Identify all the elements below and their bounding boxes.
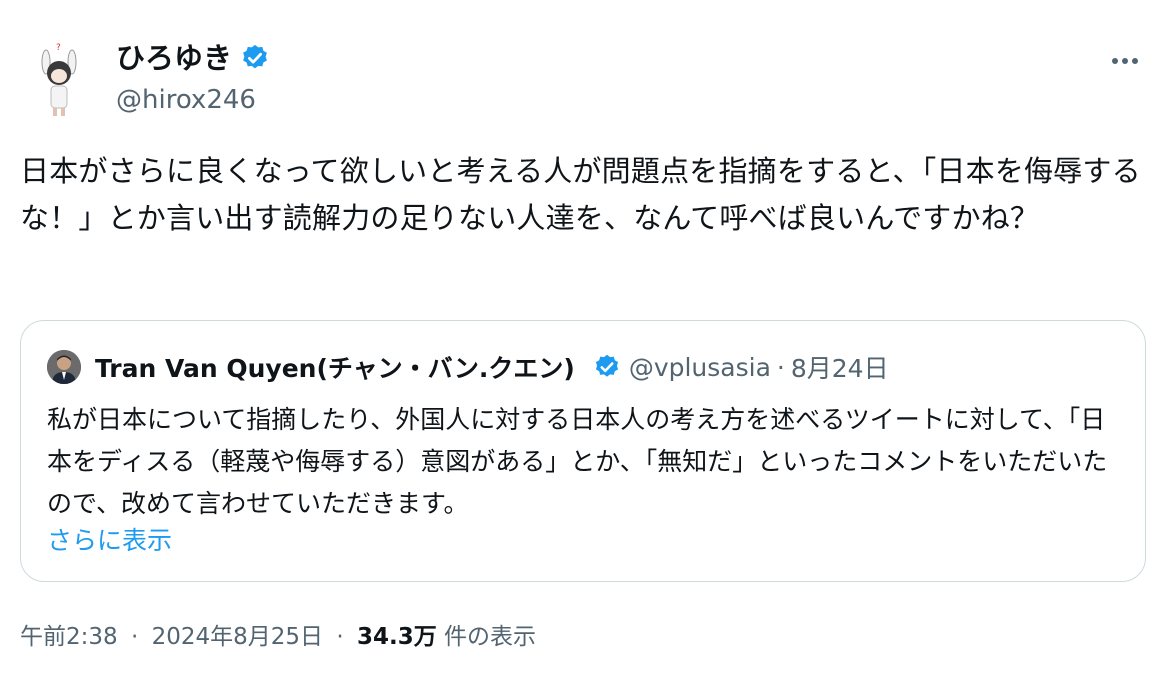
footer-separator-2: · (336, 624, 344, 650)
avatar-illustration: ? (20, 40, 98, 118)
quoted-tweet[interactable]: Tran Van Quyen(チャン・バン.クエン) @vplusasia · … (20, 320, 1146, 582)
quoted-avatar (47, 350, 81, 384)
quoted-date: 8月24日 (790, 354, 889, 383)
footer-separator: · (130, 624, 139, 650)
svg-text:?: ? (56, 43, 61, 53)
more-options-icon[interactable] (1112, 58, 1152, 66)
tweet-date[interactable]: 2024年8月25日 (152, 624, 323, 650)
avatar[interactable]: ? (20, 40, 98, 118)
tweet-text: 日本がさらに良くなって欲しいと考える人が問題点を指摘をすると、「日本を侮辱するな… (20, 154, 1141, 235)
author-handle[interactable]: @hirox246 (116, 84, 256, 116)
quoted-header: Tran Van Quyen(チャン・バン.クエン) @vplusasia · … (47, 349, 889, 385)
quoted-handle: @vplusasia (628, 352, 771, 382)
show-more-link[interactable]: さらに表示 (47, 523, 172, 559)
quoted-separator: · (776, 352, 785, 382)
author-row: ひろゆき (116, 40, 270, 76)
verified-badge-icon[interactable] (240, 43, 270, 73)
quoted-display-name: Tran Van Quyen(チャン・バン.クエン) (95, 354, 575, 383)
verified-badge-icon (593, 353, 621, 381)
view-count[interactable]: 34.3万 (357, 624, 437, 650)
tweet-footer: 午前2:38 · 2024年8月25日 · 34.3万 件の表示 (20, 620, 536, 654)
author-display-name[interactable]: ひろゆき (116, 40, 232, 76)
tweet-time[interactable]: 午前2:38 (20, 624, 118, 650)
view-count-label: 件の表示 (444, 624, 537, 650)
quoted-text: 私が日本について指摘したり、外国人に対する日本人の考え方を述べるツイートに対して… (47, 405, 1108, 518)
